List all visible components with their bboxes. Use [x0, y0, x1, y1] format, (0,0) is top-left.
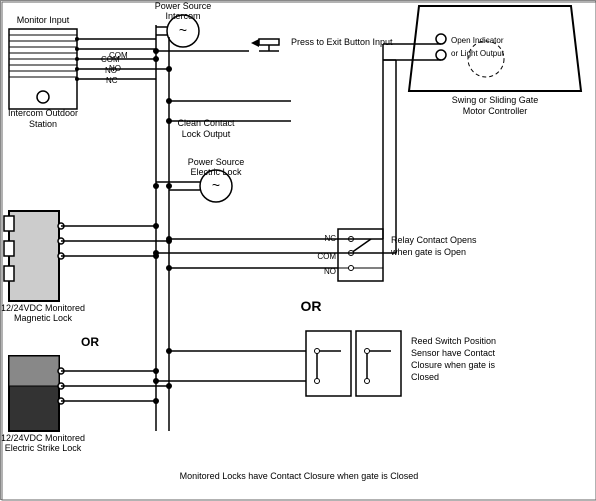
svg-text:Motor Controller: Motor Controller [463, 106, 528, 116]
svg-text:Closure when gate is: Closure when gate is [411, 360, 496, 370]
svg-text:~: ~ [179, 22, 187, 38]
svg-text:NO: NO [105, 66, 117, 75]
wiring-diagram: Monitor Input Intercom Outdoor Station ~… [0, 0, 596, 500]
svg-text:Intercom: Intercom [165, 11, 200, 21]
svg-text:Magnetic Lock: Magnetic Lock [14, 313, 73, 323]
svg-text:Clean Contact: Clean Contact [177, 118, 235, 128]
svg-text:Power Source: Power Source [155, 1, 212, 11]
svg-text:Power Source: Power Source [188, 157, 245, 167]
svg-text:Intercom Outdoor: Intercom Outdoor [8, 108, 78, 118]
svg-text:Lock Output: Lock Output [182, 129, 231, 139]
svg-text:~: ~ [212, 177, 220, 193]
svg-text:Swing or Sliding Gate: Swing or Sliding Gate [452, 95, 539, 105]
svg-text:Monitor Input: Monitor Input [17, 15, 70, 25]
svg-text:12/24VDC Monitored: 12/24VDC Monitored [1, 303, 85, 313]
svg-text:NC: NC [106, 76, 118, 85]
svg-text:Relay Contact Opens: Relay Contact Opens [391, 235, 477, 245]
svg-text:12/24VDC Monitored: 12/24VDC Monitored [1, 433, 85, 443]
svg-text:Press to Exit Button Input: Press to Exit Button Input [291, 37, 393, 47]
svg-text:Monitored Locks have Contact C: Monitored Locks have Contact Closure whe… [180, 471, 419, 481]
svg-text:when gate is Open: when gate is Open [390, 247, 466, 257]
svg-text:OR: OR [81, 335, 99, 349]
svg-text:OR: OR [301, 298, 322, 314]
svg-text:Electric Strike Lock: Electric Strike Lock [5, 443, 82, 453]
svg-text:Electric Lock: Electric Lock [190, 167, 242, 177]
svg-text:Station: Station [29, 119, 57, 129]
svg-text:or Light Output: or Light Output [451, 49, 505, 58]
svg-text:Closed: Closed [411, 372, 439, 382]
svg-text:Open Indicator: Open Indicator [451, 36, 504, 45]
svg-text:Sensor have Contact: Sensor have Contact [411, 348, 496, 358]
svg-text:Reed Switch Position: Reed Switch Position [411, 336, 496, 346]
